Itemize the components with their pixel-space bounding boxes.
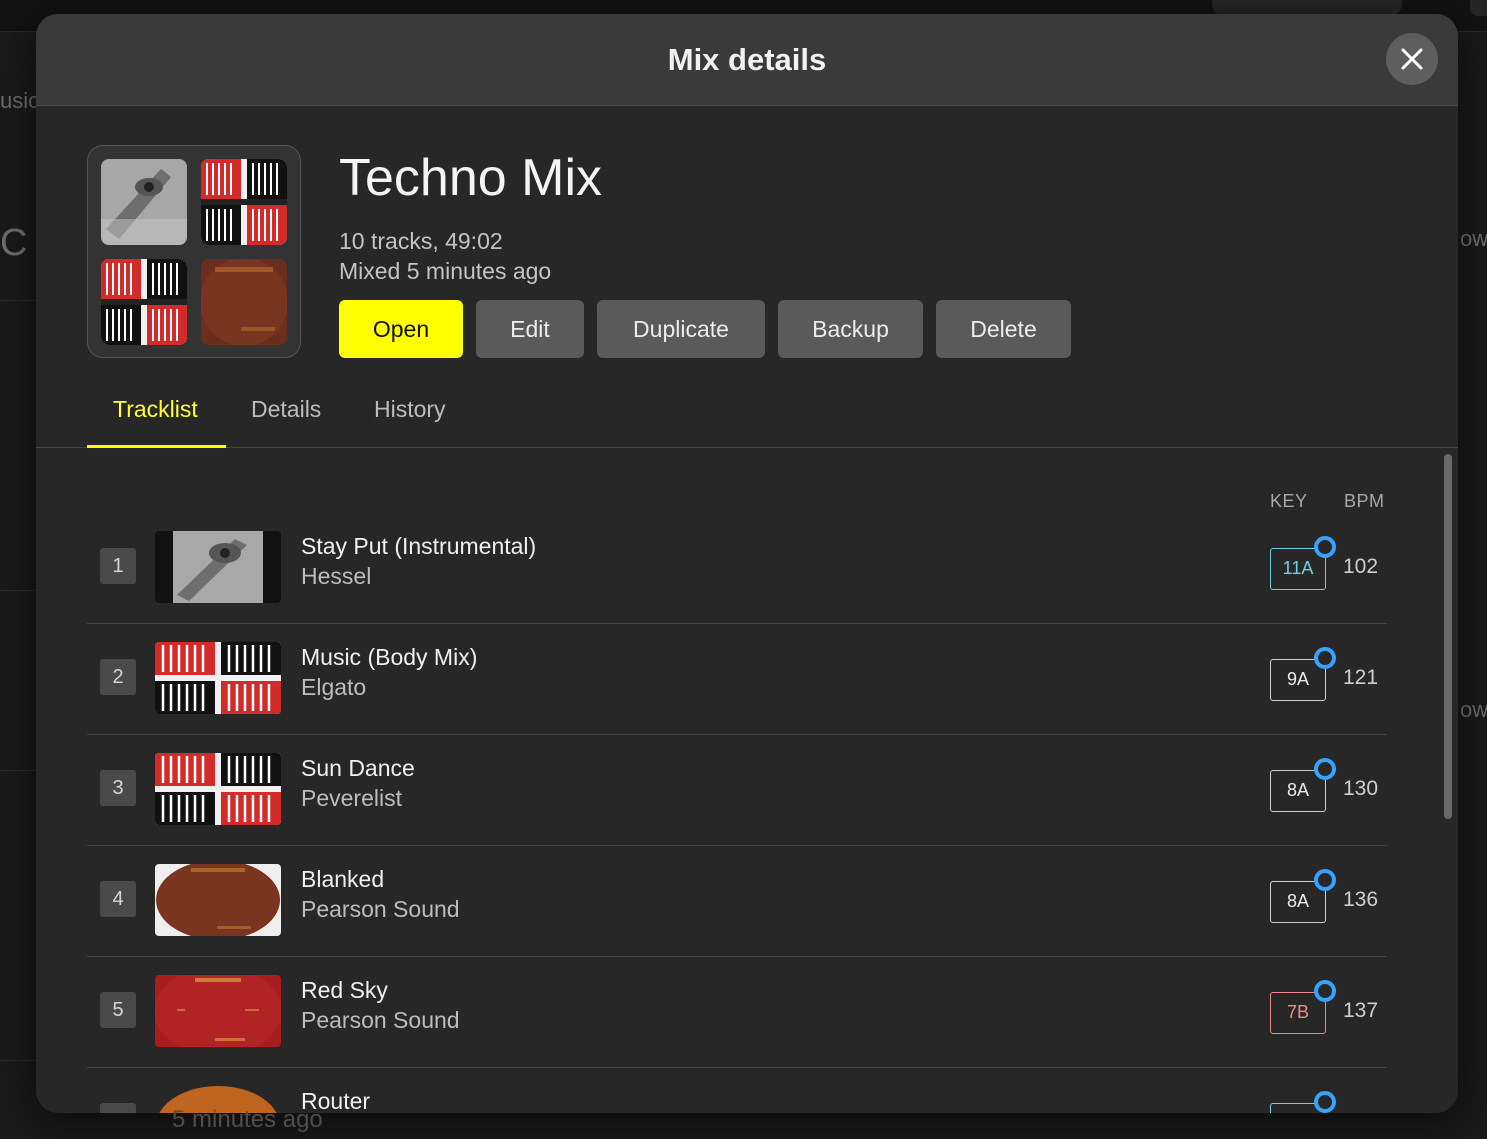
cover-tile <box>201 159 287 245</box>
track-artwork <box>155 864 281 936</box>
background-divider <box>0 1060 36 1061</box>
track-artist: Elgato <box>301 674 367 700</box>
track-row[interactable]: 2 Music (Body Mix) Elgato 9A 121 <box>87 624 1387 735</box>
track-title: Red Sky <box>301 977 388 1003</box>
mix-mixed-time: Mixed 5 minutes ago <box>339 258 552 284</box>
track-artwork <box>155 531 281 603</box>
background-divider <box>0 300 36 301</box>
track-artist: Hessel <box>301 563 372 589</box>
track-title: Blanked <box>301 866 385 892</box>
modal-header: Mix details <box>36 14 1458 106</box>
track-bpm: 121 <box>1343 666 1379 689</box>
cover-tile <box>101 259 187 345</box>
track-artwork <box>155 642 281 714</box>
track-artist: Peverelist <box>301 785 402 811</box>
tab-details[interactable]: Details <box>251 396 321 423</box>
track-title: Sun Dance <box>301 755 415 781</box>
track-number: 3 <box>100 770 136 806</box>
edit-button[interactable]: Edit <box>476 300 584 358</box>
key-indicator-icon <box>1314 758 1336 780</box>
track-number: 4 <box>100 881 136 917</box>
track-row[interactable]: 4 Blanked Pearson Sound 8A 136 <box>87 846 1387 957</box>
cover-tile <box>201 259 287 345</box>
mix-summary: 10 tracks, 49:02 <box>339 228 503 254</box>
track-number: 1 <box>100 548 136 584</box>
modal-title: Mix details <box>667 42 827 77</box>
key-indicator-icon <box>1314 1091 1336 1113</box>
track-number: 2 <box>100 659 136 695</box>
open-button[interactable]: Open <box>339 300 463 358</box>
delete-button[interactable]: Delete <box>936 300 1071 358</box>
track-row[interactable]: 3 Sun Dance Peverelist 8A 130 <box>87 735 1387 846</box>
column-header-bpm: BPM <box>1344 491 1385 511</box>
track-artwork <box>155 975 281 1047</box>
background-menu-button <box>1470 0 1487 16</box>
background-label: 5 minutes ago <box>172 1106 323 1133</box>
track-bpm: 102 <box>1343 555 1379 578</box>
duplicate-button[interactable]: Duplicate <box>597 300 765 358</box>
cover-tile <box>101 159 187 245</box>
track-bpm: 130 <box>1343 777 1379 800</box>
tab-tracklist[interactable]: Tracklist <box>113 396 198 423</box>
background-label: ow <box>1460 697 1487 722</box>
active-tab-indicator <box>87 445 226 448</box>
track-artwork <box>155 753 281 825</box>
mix-cover-art <box>87 145 301 358</box>
track-artist: Pearson Sound <box>301 1007 460 1033</box>
tabs-divider <box>36 447 1458 448</box>
track-row[interactable]: 1 Stay Put (Instrumental) Hessel 11A 102 <box>87 513 1387 624</box>
column-header-key: KEY <box>1270 491 1308 511</box>
key-indicator-icon <box>1314 647 1336 669</box>
close-icon <box>1401 48 1423 70</box>
mix-title: Techno Mix <box>339 149 602 207</box>
track-bpm: 137 <box>1343 999 1379 1022</box>
key-indicator-icon <box>1314 869 1336 891</box>
track-title: Music (Body Mix) <box>301 644 478 670</box>
track-bpm: 136 <box>1343 888 1379 911</box>
track-number: 6 <box>100 1103 136 1113</box>
background-divider <box>0 590 36 591</box>
key-indicator-icon <box>1314 980 1336 1002</box>
backup-button[interactable]: Backup <box>778 300 923 358</box>
background-label: usic <box>0 88 40 113</box>
background-divider <box>0 770 36 771</box>
tracklist-scrollbar[interactable] <box>1444 454 1452 819</box>
track-number: 5 <box>100 992 136 1028</box>
track-row[interactable]: 5 Red Sky Pearson Sound 7B 137 <box>87 957 1387 1068</box>
track-title: Stay Put (Instrumental) <box>301 533 537 559</box>
background-label: ow <box>1460 226 1487 251</box>
track-artist: Pearson Sound <box>301 896 460 922</box>
tab-history[interactable]: History <box>374 396 446 423</box>
background-label: C <box>0 222 28 264</box>
mix-details-modal: Mix details Techno Mix 10 tracks, 49:02 … <box>36 14 1458 1113</box>
close-button[interactable] <box>1386 33 1438 85</box>
key-indicator-icon <box>1314 536 1336 558</box>
